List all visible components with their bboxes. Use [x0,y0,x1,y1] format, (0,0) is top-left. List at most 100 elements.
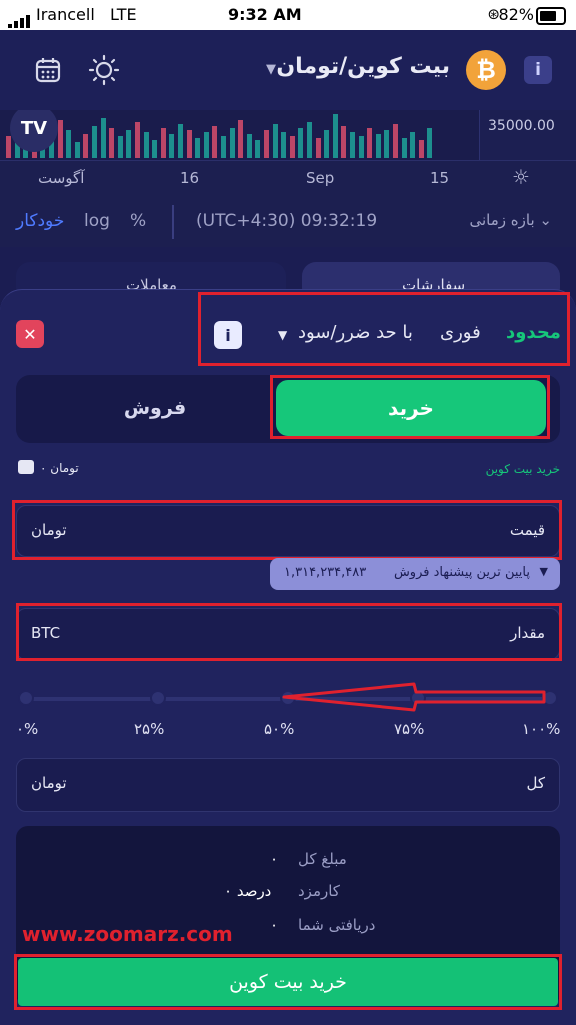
wallet-balance: ۰ تومان [40,461,79,475]
candle [100,118,106,158]
price-chart[interactable]: TV 35000.00 [0,110,576,160]
status-bar: Irancell LTE 9:32 AM ⊛ 82% [0,0,576,30]
total-unit: تومان [31,774,67,792]
percent-scale-button[interactable]: % [130,211,146,231]
clock: 9:32 AM [228,5,302,24]
chevron-down-icon[interactable]: ▼ [266,62,276,77]
candle [427,128,433,158]
slider-step[interactable] [18,690,34,706]
annotation-box [12,500,562,560]
candle [341,126,347,158]
signal-icon [8,9,32,28]
received-value: ۰ [270,916,279,934]
info-icon[interactable]: i [524,56,552,84]
date-label: 15 [430,169,450,187]
total-field[interactable]: کل تومان [16,758,560,812]
candle [186,130,192,158]
candle [298,128,304,158]
lowest-offer-value: ۱,۳۱۴,۲۳۴,۴۸۳ [284,565,367,580]
candle [126,130,132,158]
candle [57,120,63,158]
candle [135,122,140,158]
candle [410,132,416,158]
candle [358,136,364,158]
candle [255,140,261,158]
candle [367,128,373,158]
annotation-arrow [282,682,546,712]
total-label: کل [526,774,545,792]
percent-0[interactable]: ۰% [16,720,38,738]
candle [238,120,244,158]
date-axis: آگوست 16 Sep 15 ☼ [0,160,576,198]
percent-50[interactable]: ۵۰% [264,720,294,738]
candle [74,142,80,158]
candle [66,130,72,158]
candle [384,130,390,158]
percent-75[interactable]: ۷۵% [394,720,424,738]
sell-tab-button[interactable]: فروش [40,380,270,436]
calendar-icon[interactable] [30,52,66,88]
candle [246,134,252,158]
annotation-box [270,375,550,439]
candle [203,132,209,158]
carrier: Irancell [36,5,95,24]
close-icon[interactable]: ✕ [16,320,44,348]
candle [324,130,330,158]
candle [332,114,338,158]
log-scale-button[interactable]: log [84,211,110,231]
candle [6,136,11,158]
buy-coin-label: خرید بیت کوین [485,462,560,476]
chart-clock: (UTC+4:30) 09:32:19 [196,211,378,231]
chevron-down-icon: ▼ [539,565,548,578]
candle [160,128,166,158]
auto-scale-button[interactable]: خودکار [16,211,64,231]
settings-icon[interactable]: ☼ [512,165,530,189]
lowest-offer-label: پایین ترین پیشنهاد فروش [393,565,530,580]
watermark: www.zoomarz.com [22,922,233,946]
wallet-icon [18,460,34,474]
candle [264,130,269,158]
battery-icon [536,7,566,25]
date-label: آگوست [38,169,85,187]
candle [143,132,149,158]
candle [109,128,115,158]
candle [289,136,295,158]
candle [401,138,407,158]
candle [221,136,226,158]
received-label: دریافتی شما [298,916,376,934]
candle [83,134,89,158]
time-range-selector[interactable]: بازه زمانی ⌄ [470,211,553,229]
candle [272,124,278,158]
date-label: 16 [180,169,200,187]
candle [92,126,97,158]
candle [350,132,355,158]
candle [229,128,235,158]
sun-icon[interactable] [86,52,122,88]
fee-label: کارمزد [298,882,340,900]
fee-value: ۰ درصد [224,882,272,900]
annotation-box [198,292,570,366]
candle [117,136,123,158]
percent-25[interactable]: ۲۵% [134,720,164,738]
pair-selector[interactable]: بیت کوین/تومان [276,54,450,79]
order-sheet: ✕ i ▼ با حد ضرر/سود فوری محدود فروش خرید… [0,289,576,1025]
date-label: Sep [306,169,335,187]
lowest-offer-hint[interactable]: ▼ پایین ترین پیشنهاد فروش ۱,۳۱۴,۲۳۴,۴۸۳ [270,558,560,590]
candle [307,122,312,158]
battery-percent: 82% [498,5,534,24]
annotation-box [14,954,562,1010]
total-amount-label: مبلغ کل [298,850,347,868]
percent-100[interactable]: ۱۰۰% [522,720,560,738]
slider-step[interactable] [150,690,166,706]
candle [281,132,287,158]
chart-toolbar: خودکار log % (UTC+4:30) 09:32:19 بازه زم… [0,197,576,247]
total-amount-value: ۰ [270,850,279,868]
candle [212,126,218,158]
price-axis-label: 35000.00 [488,118,555,134]
candle [375,134,381,158]
candle [152,140,158,158]
candle [418,140,424,158]
annotation-box [16,603,562,661]
candle [315,138,321,158]
candle [195,138,201,158]
